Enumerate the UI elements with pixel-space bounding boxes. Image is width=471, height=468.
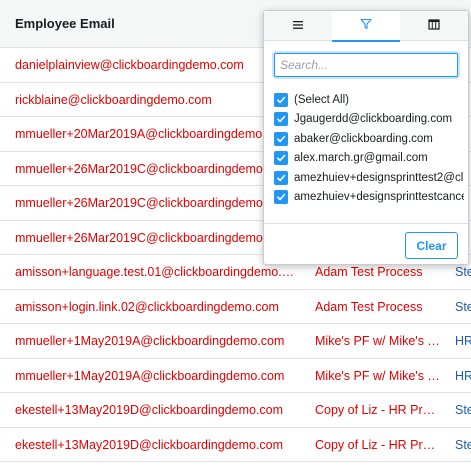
table-row[interactable]: mmueller+1May2019A@clickboardingdemo.com… [0,358,471,393]
clear-button[interactable]: Clear [405,232,458,259]
filter-option-label: (Select All) [294,93,349,106]
filter-option[interactable]: amezhuiev+designsprinttest2@clickboardin… [274,168,466,188]
cell-type: HR [455,368,471,383]
cell-employee-email: mmueller+1May2019A@clickboardingdemo.com [15,368,285,383]
filter-icon [360,17,372,35]
filter-option[interactable]: alex.march.gr@gmail.com [274,149,466,169]
cell-employee-email: ekestell+13May2019D@clickboardingdemo.co… [15,403,284,417]
cell-employee-email: danielplainview@clickboardingdemo.com [15,58,244,72]
cell-employee-email: mmueller+1May2019A@clickboardingdemo.com [15,334,285,348]
column-header-email[interactable]: Employee Email [15,16,115,31]
tab-filter[interactable] [332,11,400,42]
filter-option[interactable]: abaker@clickboarding.com [274,129,466,149]
menu-icon [292,17,304,35]
cell-type: Ste [455,403,471,417]
cell-employee-email: amisson+login.link.02@clickboardingdemo.… [15,299,279,314]
table-row[interactable]: ekestell+13May2019D@clickboardingdemo.co… [0,427,471,462]
table-row[interactable]: mmueller+1May2019A@clickboardingdemo.com… [0,324,471,359]
cell-process: Copy of Liz - HR Process [315,403,440,417]
filter-option[interactable]: amezhuiev+designsprinttestcancel@clickbo… [274,188,466,208]
filter-search-wrapper [274,53,458,77]
column-filter-popup: (Select All) Jgaugerdd@clickboarding.com a… [263,10,469,265]
columns-icon [428,17,440,35]
checkbox-checked-icon[interactable] [274,112,288,127]
cell-type: Ste [455,437,471,452]
select-all-option[interactable]: (Select All) [274,90,466,110]
checkbox-checked-icon[interactable] [274,170,288,185]
filter-search-input[interactable] [274,53,458,77]
table-row[interactable]: ekestell+13May2019D@clickboardingdemo.co… [0,393,471,428]
cell-employee-email: ekestell+13May2019D@clickboardingdemo.co… [15,437,284,452]
cell-employee-email: mmueller+26Mar2019C@clickboardingdemo.co… [15,161,290,176]
cell-employee-email: rickblaine@clickboardingdemo.com [15,92,212,107]
cell-employee-email: mmueller+26Mar2019C@clickboardingdemo.co… [15,196,290,210]
checkbox-checked-icon[interactable] [274,92,288,107]
filter-option-label: amezhuiev+designsprinttestcancel@clickbo… [294,191,464,204]
cell-process: Mike's PF w/ Mike's Tasks [315,334,440,348]
filter-option-label: abaker@clickboarding.com [294,132,433,145]
checkbox-checked-icon[interactable] [274,190,288,205]
popup-tabs [264,11,468,42]
filter-option[interactable]: Jgaugerdd@clickboarding.com [274,110,466,130]
filter-option-label: alex.march.gr@gmail.com [294,152,428,165]
filter-value-list: (Select All) Jgaugerdd@clickboarding.com a… [274,90,466,212]
tab-general-menu[interactable] [264,11,332,41]
cell-process: Mike's PF w/ Mike's Tasks [315,368,440,383]
popup-footer: Clear [264,223,468,265]
cell-process: Adam Test Process [315,299,423,314]
cell-process: Copy of Liz - HR Process [315,437,440,452]
cell-type: Ste [455,299,471,314]
cell-employee-email: mmueller+26Mar2019C@clickboardingdemo.co… [15,230,290,245]
tab-columns[interactable] [400,11,468,41]
cell-employee-email: mmueller+20Mar2019A@clickboardingdemo.co… [15,127,290,141]
checkbox-checked-icon[interactable] [274,131,288,146]
cell-type: HR [455,334,471,348]
filter-option-label: amezhuiev+designsprinttest2@clickboardin… [294,171,464,184]
table-row[interactable]: amisson+login.link.02@clickboardingdemo.… [0,289,471,324]
checkbox-checked-icon[interactable] [274,151,288,166]
cell-employee-email: amisson+language.test.01@clickboardingde… [15,265,300,279]
filter-option-label: Jgaugerdd@clickboarding.com [294,113,453,126]
